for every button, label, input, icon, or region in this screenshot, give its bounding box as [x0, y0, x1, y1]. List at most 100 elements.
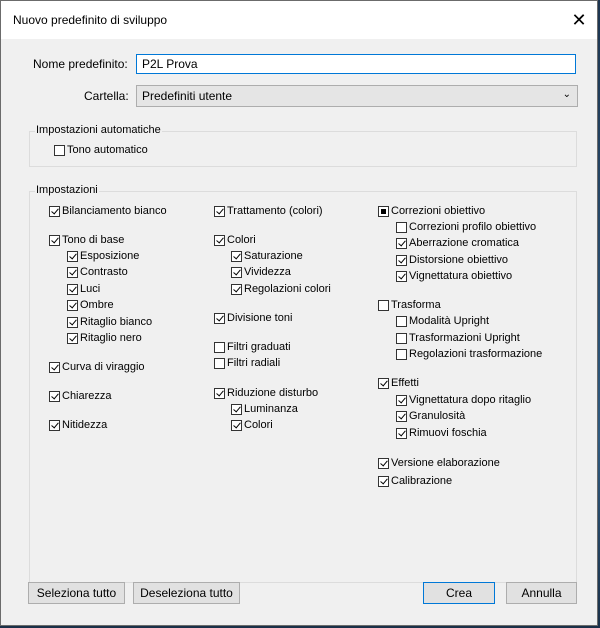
settings-checkbox[interactable]: Luci — [67, 283, 100, 295]
checkbox-box — [231, 266, 242, 278]
checkbox-box — [214, 312, 225, 324]
checkbox-label: Divisione toni — [227, 312, 293, 324]
checkbox-box — [396, 221, 407, 233]
settings-checkbox[interactable]: Versione elaborazione — [378, 457, 500, 469]
settings-checkbox[interactable]: Trasforma — [378, 299, 441, 311]
checkbox-box — [231, 250, 242, 262]
settings-checkbox[interactable]: Luminanza — [231, 403, 298, 415]
folder-select-value: Predefiniti utente — [142, 89, 233, 103]
checkbox-label: Bilanciamento bianco — [62, 205, 167, 217]
checkbox-label: Filtri graduati — [227, 341, 291, 353]
settings-checkbox[interactable]: Trasformazioni Upright — [396, 332, 520, 344]
settings-checkbox[interactable]: Regolazioni colori — [231, 283, 331, 295]
checkbox-label: Luminanza — [244, 403, 298, 415]
dialog-content: Nome predefinito: Cartella: Predefiniti … — [9, 39, 589, 619]
auto-tone-checkbox[interactable]: Tono automatico — [54, 144, 148, 156]
deselect-all-button[interactable]: Deseleziona tutto — [133, 582, 240, 604]
checkbox-box — [378, 475, 389, 487]
checkbox-box — [49, 390, 60, 402]
checkbox-label: Regolazioni colori — [244, 283, 331, 295]
checkbox-box — [231, 419, 242, 431]
checkbox-box — [396, 427, 407, 439]
settings-checkbox[interactable]: Modalità Upright — [396, 315, 489, 327]
checkbox-label: Colori — [244, 419, 273, 431]
settings-checkbox[interactable]: Colori — [231, 419, 273, 431]
settings-checkbox[interactable]: Distorsione obiettivo — [396, 254, 508, 266]
checkbox-box — [378, 457, 389, 469]
checkbox-box — [396, 254, 407, 266]
settings-checkbox[interactable]: Trattamento (colori) — [214, 205, 323, 217]
settings-checkbox[interactable]: Correzioni profilo obiettivo — [396, 221, 536, 233]
settings-checkbox[interactable]: Riduzione disturbo — [214, 387, 318, 399]
checkbox-box — [54, 144, 65, 156]
checkbox-box — [396, 237, 407, 249]
settings-checkbox[interactable]: Aberrazione cromatica — [396, 237, 519, 249]
select-all-button[interactable]: Seleziona tutto — [28, 582, 125, 604]
checkbox-label: Luci — [80, 283, 101, 295]
checkbox-box — [396, 410, 407, 422]
settings-checkbox[interactable]: Vignettatura obiettivo — [396, 270, 512, 282]
dialog-window: Nuovo predefinito di sviluppo ✕ Nome pre… — [0, 0, 598, 626]
settings-checkbox[interactable]: Bilanciamento bianco — [49, 205, 167, 217]
checkbox-box — [231, 283, 242, 295]
checkbox-box — [214, 234, 225, 246]
checkbox-box — [378, 377, 389, 389]
settings-checkbox[interactable]: Tono di base — [49, 234, 124, 246]
checkbox-box — [396, 348, 407, 360]
close-icon[interactable]: ✕ — [565, 7, 593, 33]
checkbox-box — [49, 234, 60, 246]
checkbox-box — [49, 419, 60, 431]
settings-checkbox[interactable]: Ritaglio bianco — [67, 316, 152, 328]
settings-checkbox[interactable]: Chiarezza — [49, 390, 112, 402]
checkbox-label: Tono di base — [62, 234, 125, 246]
checkbox-label: Saturazione — [244, 250, 303, 262]
folder-select[interactable]: Predefiniti utente ⌄ — [136, 85, 578, 107]
checkbox-label: Versione elaborazione — [391, 457, 500, 469]
title-bar: Nuovo predefinito di sviluppo ✕ — [1, 1, 597, 39]
settings-checkbox[interactable]: Vividezza — [231, 266, 291, 278]
checkbox-label: Distorsione obiettivo — [409, 254, 509, 266]
settings-checkbox[interactable]: Granulosità — [396, 410, 465, 422]
settings-checkbox[interactable]: Regolazioni trasformazione — [396, 348, 542, 360]
settings-checkbox[interactable]: Ritaglio nero — [67, 332, 142, 344]
settings-checkbox[interactable]: Divisione toni — [214, 312, 292, 324]
settings-checkbox[interactable]: Saturazione — [231, 250, 303, 262]
settings-checkbox[interactable]: Nitidezza — [49, 419, 107, 431]
checkbox-box — [396, 270, 407, 282]
checkbox-box — [396, 332, 407, 344]
settings-checkbox[interactable]: Filtri graduati — [214, 341, 291, 353]
preset-name-label: Nome predefinito: — [33, 57, 128, 71]
checkbox-box — [67, 316, 78, 328]
checkbox-label: Vignettatura dopo ritaglio — [409, 394, 532, 406]
settings-checkbox[interactable]: Ombre — [67, 299, 114, 311]
settings-checkbox[interactable]: Colori — [214, 234, 256, 246]
settings-checkbox[interactable]: Correzioni obiettivo — [378, 205, 485, 217]
checkbox-label: Nitidezza — [62, 419, 108, 431]
checkbox-label: Filtri radiali — [227, 357, 281, 369]
window-title: Nuovo predefinito di sviluppo — [13, 13, 168, 27]
checkbox-box — [214, 205, 225, 217]
settings-checkbox[interactable]: Vignettatura dopo ritaglio — [396, 394, 531, 406]
checkbox-label: Ombre — [80, 299, 114, 311]
checkbox-label: Modalità Upright — [409, 315, 490, 327]
checkbox-label: Regolazioni trasformazione — [409, 348, 543, 360]
cancel-button[interactable]: Annulla — [506, 582, 577, 604]
checkbox-box — [67, 250, 78, 262]
preset-name-input[interactable] — [136, 54, 576, 74]
checkbox-box — [396, 315, 407, 327]
checkbox-box — [214, 387, 225, 399]
settings-checkbox[interactable]: Curva di viraggio — [49, 361, 145, 373]
settings-checkbox[interactable]: Effetti — [378, 377, 419, 389]
settings-checkbox[interactable]: Calibrazione — [378, 475, 452, 487]
checkbox-box — [214, 357, 225, 369]
checkbox-label: Riduzione disturbo — [227, 387, 319, 399]
create-button[interactable]: Crea — [423, 582, 495, 604]
checkbox-label: Effetti — [391, 377, 419, 389]
settings-checkbox[interactable]: Esposizione — [67, 250, 139, 262]
settings-checkbox[interactable]: Filtri radiali — [214, 357, 280, 369]
settings-checkbox[interactable]: Rimuovi foschia — [396, 427, 487, 439]
settings-checkbox[interactable]: Contrasto — [67, 266, 128, 278]
checkbox-label: Correzioni obiettivo — [391, 205, 486, 217]
checkbox-label: Aberrazione cromatica — [409, 237, 520, 249]
checkbox-box — [231, 403, 242, 415]
